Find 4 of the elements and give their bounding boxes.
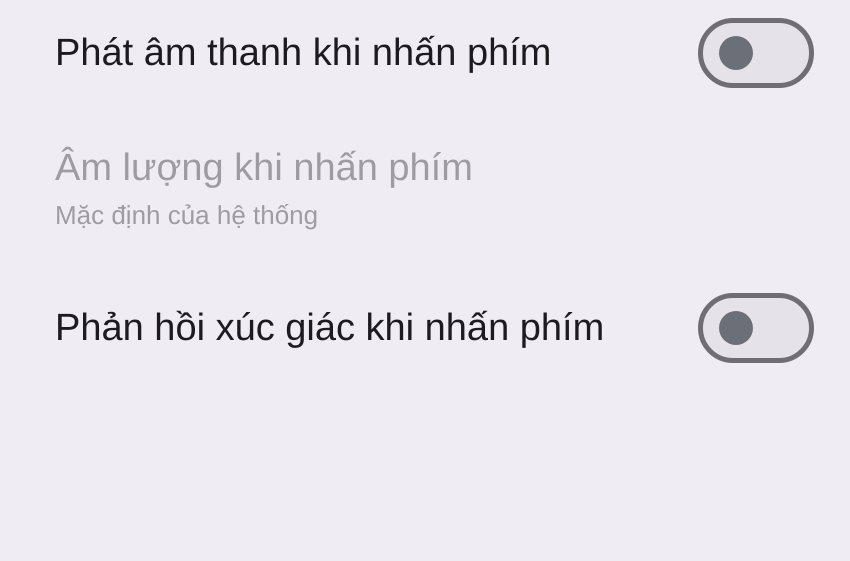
setting-summary: Mặc định của hệ thống (55, 199, 320, 232)
setting-title: Âm lượng khi nhấn phím (55, 146, 473, 191)
setting-title: Phát âm thanh khi nhấn phím (55, 30, 552, 76)
setting-title: Phản hồi xúc giác khi nhấn phím (55, 306, 604, 350)
